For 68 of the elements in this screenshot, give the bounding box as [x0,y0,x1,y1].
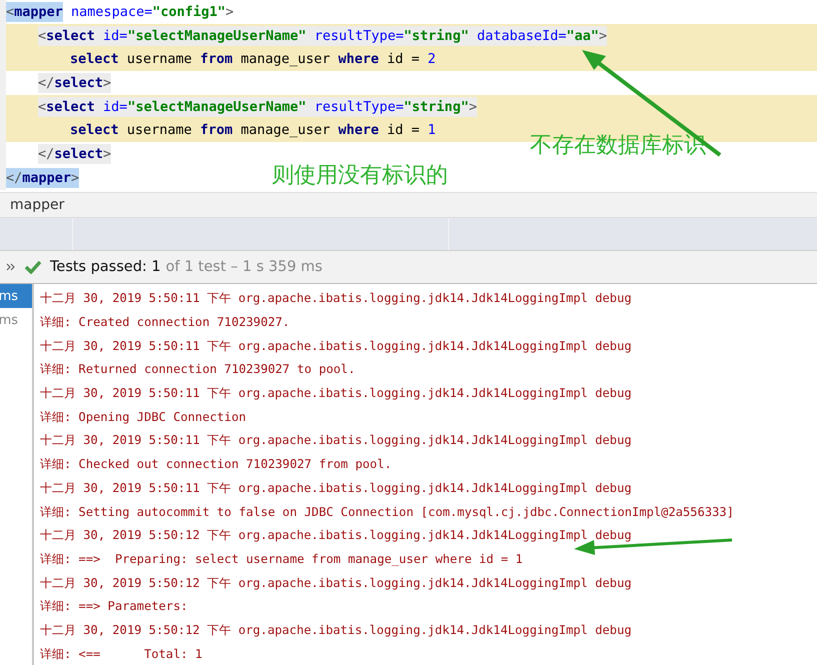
code-bracket: > [71,168,80,188]
log-line: 十二月 30, 2019 5:50:11 下午 org.apache.ibatis.logging.jdk14.Jdk14LoggingImpl debug [40,432,632,450]
log-line: 十二月 30, 2019 5:50:12 下午 org.apache.ibatis.logging.jdk14.Jdk14LoggingImpl debug [40,527,632,544]
attribute-name: id= [102,26,128,46]
log-line: 十二月 30, 2019 5:50:12 下午 org.apache.ibatis.logging.jdk14.Jdk14LoggingImpl debug [40,574,632,592]
attribute-value: "aa" [566,26,599,46]
attribute-name: resultType= [313,98,404,117]
code-bracket: < [6,2,14,22]
code-bracket: </ [6,168,22,188]
code-bracket: > [225,2,234,22]
check-icon [24,260,42,274]
log-line: 十二月 30, 2019 5:50:11 下午 org.apache.ibatis.logging.jdk14.Jdk14LoggingImpl debug [40,290,632,308]
log-line: 详细: Returned connection 710239027 to pool. [40,361,356,378]
log-line: 详细: Setting autocommit to false on JDBC Connection [com.mysql.cj.jdbc.ConnectionImpl@2a556333] [40,504,734,521]
attribute-value: "selectManageUserName" [127,98,306,117]
test-summary: of 1 test – 1 s 359 ms [166,259,322,275]
test-item[interactable]: ms [0,284,32,308]
tag-name: mapper [22,168,72,188]
sql-keyword: where [338,50,379,70]
log-line: 详细: ==> Preparing: select username from manage_user where id = 1 [40,550,523,568]
log-line: 详细: Created connection 710239027. [40,314,290,332]
tag-name: mapper [14,2,63,22]
log-line: 十二月 30, 2019 5:50:11 下午 org.apache.ibatis.logging.jdk14.Jdk14LoggingImpl debug [40,480,632,497]
code-bracket: < [38,26,46,46]
attribute-value: "selectManageUserName" [127,26,306,46]
sql-keyword: select [70,121,119,140]
code-bracket: </ [38,144,54,164]
log-line: 详细: ==> Parameters: [40,598,188,616]
sql-keyword: where [338,121,379,140]
attribute-name: namespace= [70,2,152,22]
log-line: 详细: Opening JDBC Connection [40,408,246,426]
tag-name: select [54,74,104,93]
attribute-value: "string" [404,98,469,117]
sql-keyword: from [200,121,233,140]
attribute-name: databaseId= [476,26,566,46]
log-line: 详细: <== Total: 1 [40,646,202,663]
code-bracket: > [468,98,477,117]
tag-name: select [46,98,95,117]
code-text: manage_user [240,50,332,70]
code-text: id = [386,50,421,70]
code-text: username [126,50,193,70]
log-line: 十二月 30, 2019 5:50:11 下午 org.apache.ibatis.logging.jdk14.Jdk14LoggingImpl debug [40,338,632,355]
annotation-text: 则使用没有标识的 [272,162,448,190]
sql-keyword: from [200,50,233,70]
log-line: 十二月 30, 2019 5:50:11 下午 org.apache.ibatis.logging.jdk14.Jdk14LoggingImpl debug [40,385,632,402]
number-literal: 2 [428,50,436,70]
attribute-name: resultType= [313,26,404,46]
tag-name: select [46,26,95,46]
tests-passed-label: Tests passed: 1 [50,259,161,275]
attribute-value: "string" [404,26,469,46]
code-text: id = [386,121,421,140]
attribute-value: "config1" [152,2,226,22]
code-bracket: > [103,144,112,164]
expand-icon[interactable] [6,262,16,272]
log-line: 详细: Checked out connection 710239027 from pool. [40,456,392,474]
breadcrumb-item[interactable]: mapper [10,197,64,213]
test-item[interactable]: ms [0,308,32,332]
sql-keyword: select [70,50,119,70]
tag-name: select [54,144,104,164]
number-literal: 1 [428,121,436,140]
code-bracket: < [38,98,46,117]
code-bracket: > [103,74,112,93]
code-text: manage_user [240,121,332,140]
code-bracket: > [598,26,608,46]
log-line: 十二月 30, 2019 5:50:12 下午 org.apache.ibatis.logging.jdk14.Jdk14LoggingImpl debug [40,622,632,639]
code-text: username [126,121,193,140]
code-bracket: </ [38,74,54,93]
attribute-name: id= [102,98,128,117]
